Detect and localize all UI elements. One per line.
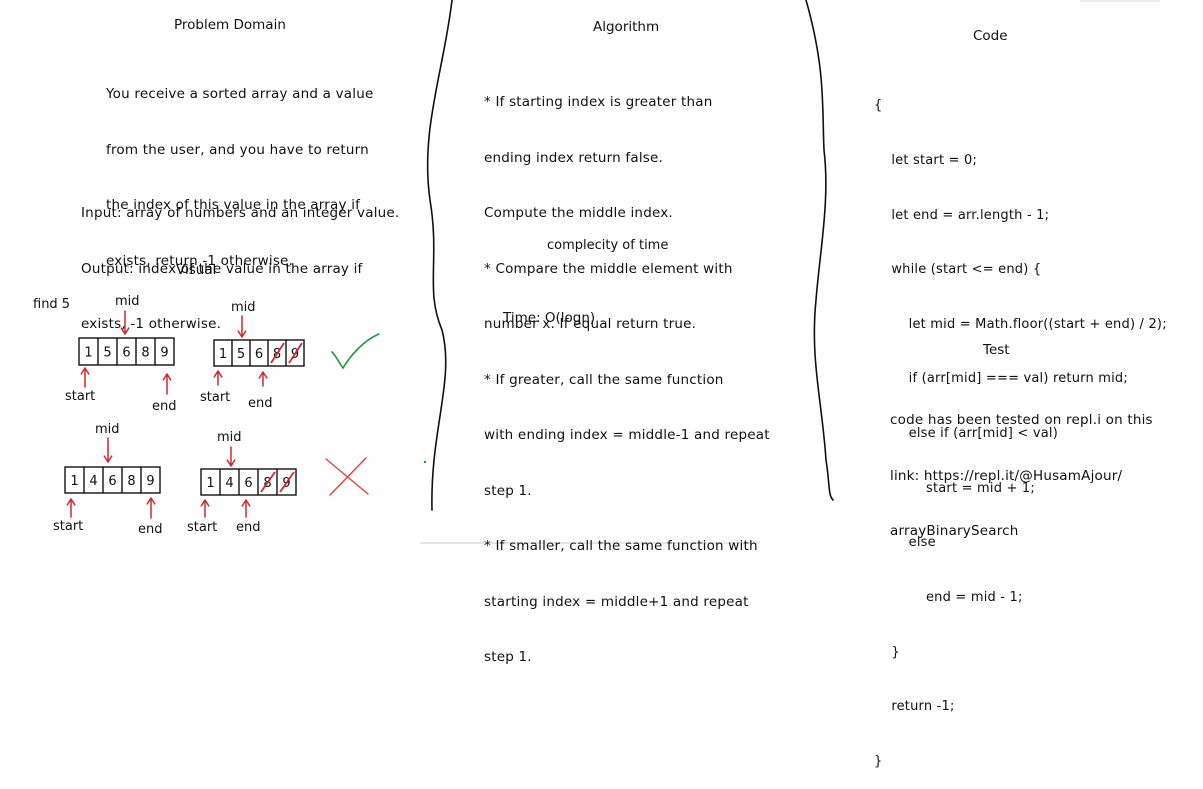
end-arrow-1 xyxy=(162,373,172,395)
algorithm-title: Algorithm xyxy=(593,19,660,35)
mid-label-2: mid xyxy=(231,300,256,315)
algorithm-line: step 1. xyxy=(484,649,532,665)
column-divider-right xyxy=(805,0,834,501)
mid-label-3: mid xyxy=(95,422,120,437)
algorithm-line: * If greater, call the same function xyxy=(484,371,724,388)
column-divider-left xyxy=(426,0,453,511)
start-arrow-2 xyxy=(213,370,223,386)
algorithm-line: with ending index = middle-1 and repeat xyxy=(484,427,770,443)
test-line: code has been tested on repl.i on this xyxy=(890,412,1153,428)
array-cell-value: 4 xyxy=(225,476,233,491)
algorithm-line: * If starting index is greater than xyxy=(484,94,713,110)
algorithm-line: ending index return false. xyxy=(484,149,663,166)
start-label-1: start xyxy=(65,389,96,404)
io-line: exists, -1 otherwise. xyxy=(81,316,222,332)
end-arrow-3 xyxy=(146,497,156,519)
code-line: { xyxy=(874,98,883,114)
array-cell-value: 6 xyxy=(244,476,252,491)
algorithm-line: step 1. xyxy=(484,482,532,499)
test-title: Test xyxy=(983,342,1010,358)
mid-arrow-4 xyxy=(226,446,236,467)
array-cell-value: 1 xyxy=(70,474,78,489)
mid-label-4: mid xyxy=(217,430,242,445)
start-label-2: start xyxy=(200,390,231,405)
visual-title: Visual xyxy=(176,262,217,278)
code-line: end = mid - 1; xyxy=(874,589,1023,605)
time-complexity: Time: O(logn) xyxy=(503,310,596,326)
code-line: return -1; xyxy=(874,699,955,715)
end-arrow-2 xyxy=(258,371,268,387)
start-arrow-1 xyxy=(80,367,90,388)
find-label: find 5 xyxy=(33,297,71,312)
complexity-note: complecity of time xyxy=(547,238,669,253)
problem-domain-title: Problem Domain xyxy=(174,17,286,33)
algorithm-line: * If smaller, call the same function wit… xyxy=(484,538,758,554)
stray-dot xyxy=(423,460,427,464)
cross-icon xyxy=(325,457,369,496)
io-line: Input: array of numbers and an integer v… xyxy=(81,205,400,221)
array-cell-value: 6 xyxy=(108,474,116,489)
mid-label-1: mid xyxy=(115,294,140,309)
code-line: let start = 0; xyxy=(874,153,978,169)
algorithm-steps: * If starting index is greater than endi… xyxy=(484,56,770,685)
algorithm-line: * Compare the middle element with xyxy=(484,260,733,277)
test-line: link: https://repl.it/@HusamAjour/ xyxy=(890,467,1123,484)
test-description: code has been tested on repl.i on this l… xyxy=(890,374,1153,559)
io-line: Output: index of the value in the array … xyxy=(81,260,363,277)
end-arrow-4 xyxy=(241,499,251,518)
code-line: let end = arr.length - 1; xyxy=(874,207,1050,223)
code-line: let mid = Math.floor((start + end) / 2); xyxy=(874,316,1167,332)
end-label-4: end xyxy=(236,520,261,535)
code-title: Code xyxy=(973,28,1008,44)
algorithm-line: starting index = middle+1 and repeat xyxy=(484,593,749,610)
array-4: 14689 xyxy=(200,468,297,496)
array-cell-value: 8 xyxy=(127,474,135,489)
end-label-2: end xyxy=(248,396,273,411)
array-cell-value: 1 xyxy=(206,476,214,491)
test-line: arrayBinarySearch xyxy=(890,523,1019,539)
mid-arrow-3 xyxy=(103,437,113,463)
start-label-4: start xyxy=(187,520,218,535)
start-arrow-4 xyxy=(200,499,210,518)
array-cell-value: 9 xyxy=(146,474,154,489)
code-line: while (start <= end) { xyxy=(874,262,1042,278)
code-line: } xyxy=(874,753,883,769)
array-3: 14689 xyxy=(64,466,161,494)
end-label-1: end xyxy=(152,399,177,414)
start-label-3: start xyxy=(53,519,84,534)
problem-description-line: You receive a sorted array and a value xyxy=(106,86,374,102)
array-cell-value: 4 xyxy=(89,474,97,489)
algorithm-line: Compute the middle index. xyxy=(484,205,673,221)
end-label-3: end xyxy=(138,522,163,537)
code-line: } xyxy=(874,644,900,660)
start-arrow-3 xyxy=(66,498,76,518)
input-output-description: Input: array of numbers and an integer v… xyxy=(81,167,399,352)
problem-description-line: from the user, and you have to return xyxy=(106,141,369,158)
